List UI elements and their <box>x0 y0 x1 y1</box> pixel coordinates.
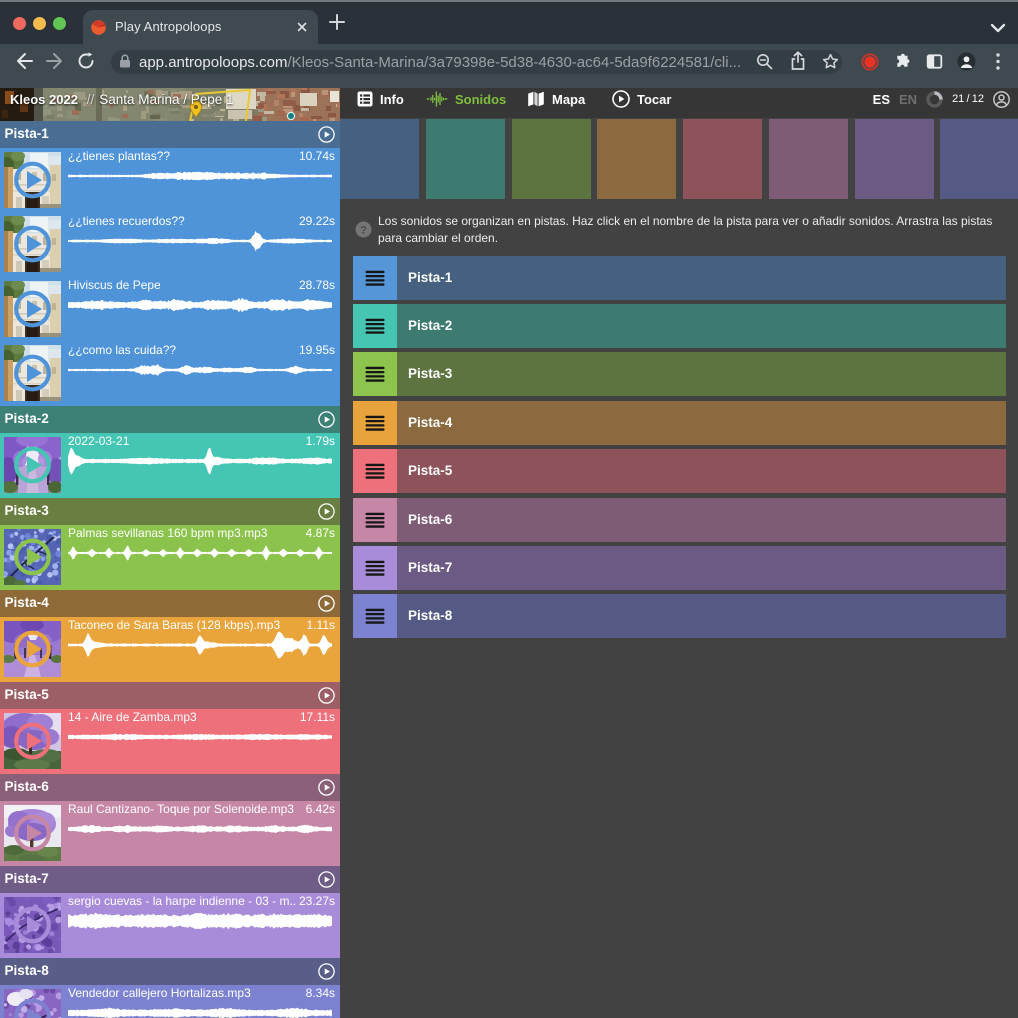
svg-text:?: ? <box>360 224 367 236</box>
